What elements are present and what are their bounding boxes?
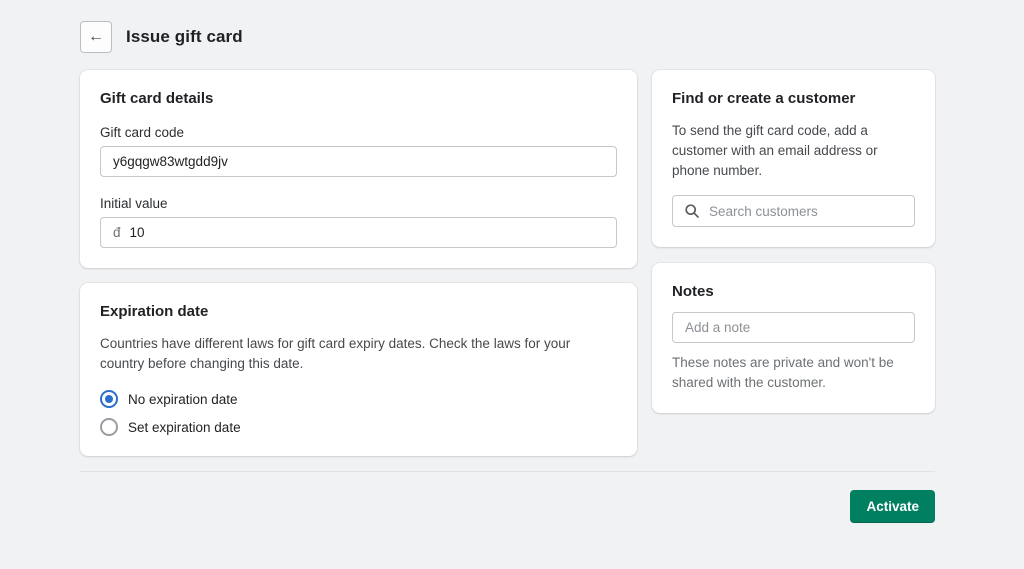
radio-set-expiration-label: Set expiration date (128, 419, 241, 435)
radio-no-expiration-label: No expiration date (128, 391, 238, 407)
footer-divider (80, 471, 935, 472)
customer-search-field[interactable] (672, 195, 915, 227)
left-column: Gift card details Gift card code Initial… (80, 70, 637, 456)
customer-search-input[interactable] (709, 203, 903, 219)
search-icon (685, 204, 699, 218)
notes-heading: Notes (672, 283, 714, 300)
page-container: ← Issue gift card Gift card details Gift… (80, 0, 935, 523)
initial-value-input[interactable] (129, 225, 604, 240)
radio-set-expiration[interactable]: Set expiration date (100, 418, 617, 436)
back-arrow-icon: ← (88, 28, 104, 45)
page-header: ← Issue gift card (80, 21, 935, 53)
expiration-description: Countries have different laws for gift c… (100, 336, 571, 371)
gift-card-details-heading: Gift card details (100, 90, 214, 107)
content-columns: Gift card details Gift card code Initial… (80, 70, 935, 456)
find-customer-card: Find or create a customer To send the gi… (652, 70, 935, 247)
notes-help-text: These notes are private and won't be sha… (672, 355, 894, 390)
gift-card-code-label: Gift card code (100, 125, 185, 140)
gift-card-details-card: Gift card details Gift card code Initial… (80, 70, 637, 268)
notes-card: Notes These notes are private and won't … (652, 263, 935, 413)
back-button[interactable]: ← (80, 21, 112, 53)
expiration-date-card: Expiration date Countries have different… (80, 283, 637, 456)
initial-value-label: Initial value (100, 196, 168, 211)
footer-actions: Activate (80, 490, 935, 523)
gift-card-code-input[interactable] (100, 146, 617, 177)
page-title: Issue gift card (126, 27, 243, 46)
radio-unselected-icon[interactable] (100, 418, 118, 436)
right-column: Find or create a customer To send the gi… (652, 70, 935, 413)
initial-value-field[interactable]: đ (100, 217, 617, 248)
find-customer-heading: Find or create a customer (672, 90, 856, 107)
radio-selected-icon[interactable] (100, 390, 118, 408)
radio-no-expiration[interactable]: No expiration date (100, 390, 617, 408)
note-input[interactable] (672, 312, 915, 343)
find-customer-description: To send the gift card code, add a custom… (672, 123, 878, 178)
expiration-heading: Expiration date (100, 303, 209, 320)
activate-button[interactable]: Activate (850, 490, 935, 523)
currency-prefix: đ (113, 225, 121, 240)
